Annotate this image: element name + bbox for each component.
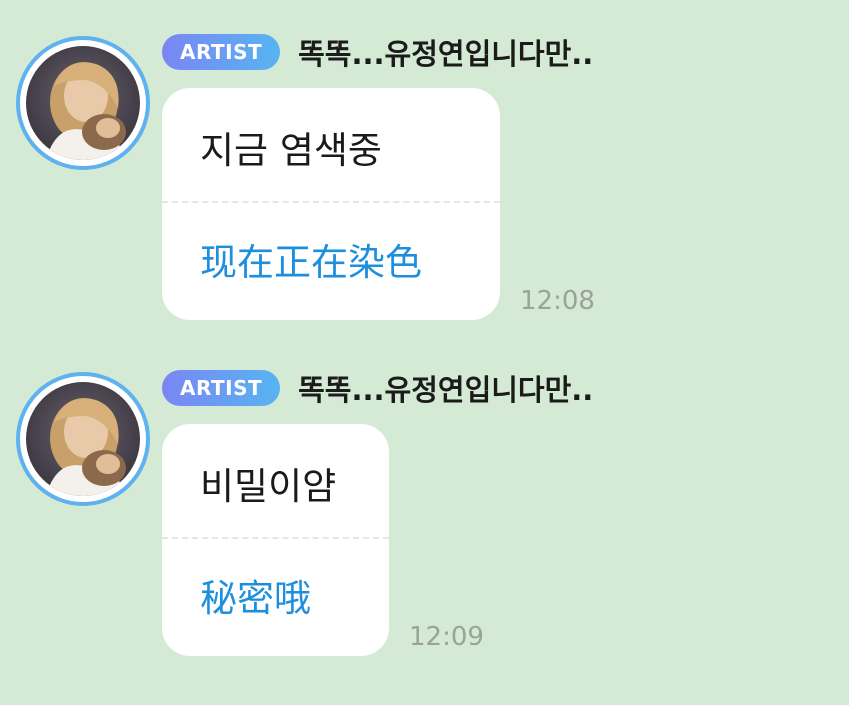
- avatar[interactable]: [16, 372, 150, 506]
- sender-name[interactable]: 똑똑...유정연입니다만..: [298, 367, 593, 409]
- profile-photo-icon: [26, 382, 140, 496]
- artist-badge: ARTIST: [162, 370, 281, 406]
- message-text: 비밀이얌: [200, 465, 337, 508]
- message-header: ARTIST 똑똑...유정연입니다만..: [162, 367, 593, 409]
- message-item: ARTIST 똑똑...유정연입니다만.. 비밀이얌 秘密哦 12:09: [0, 0, 849, 705]
- message-timestamp: 12:09: [409, 622, 484, 652]
- message-bubble[interactable]: 비밀이얌 秘密哦: [162, 424, 389, 656]
- divider: [162, 537, 389, 539]
- chat-view: ARTIST 똑똑...유정연입니다만.. 지금 염색중 现在正在染色 12:0…: [0, 0, 849, 705]
- message-translation: 秘密哦: [200, 577, 311, 620]
